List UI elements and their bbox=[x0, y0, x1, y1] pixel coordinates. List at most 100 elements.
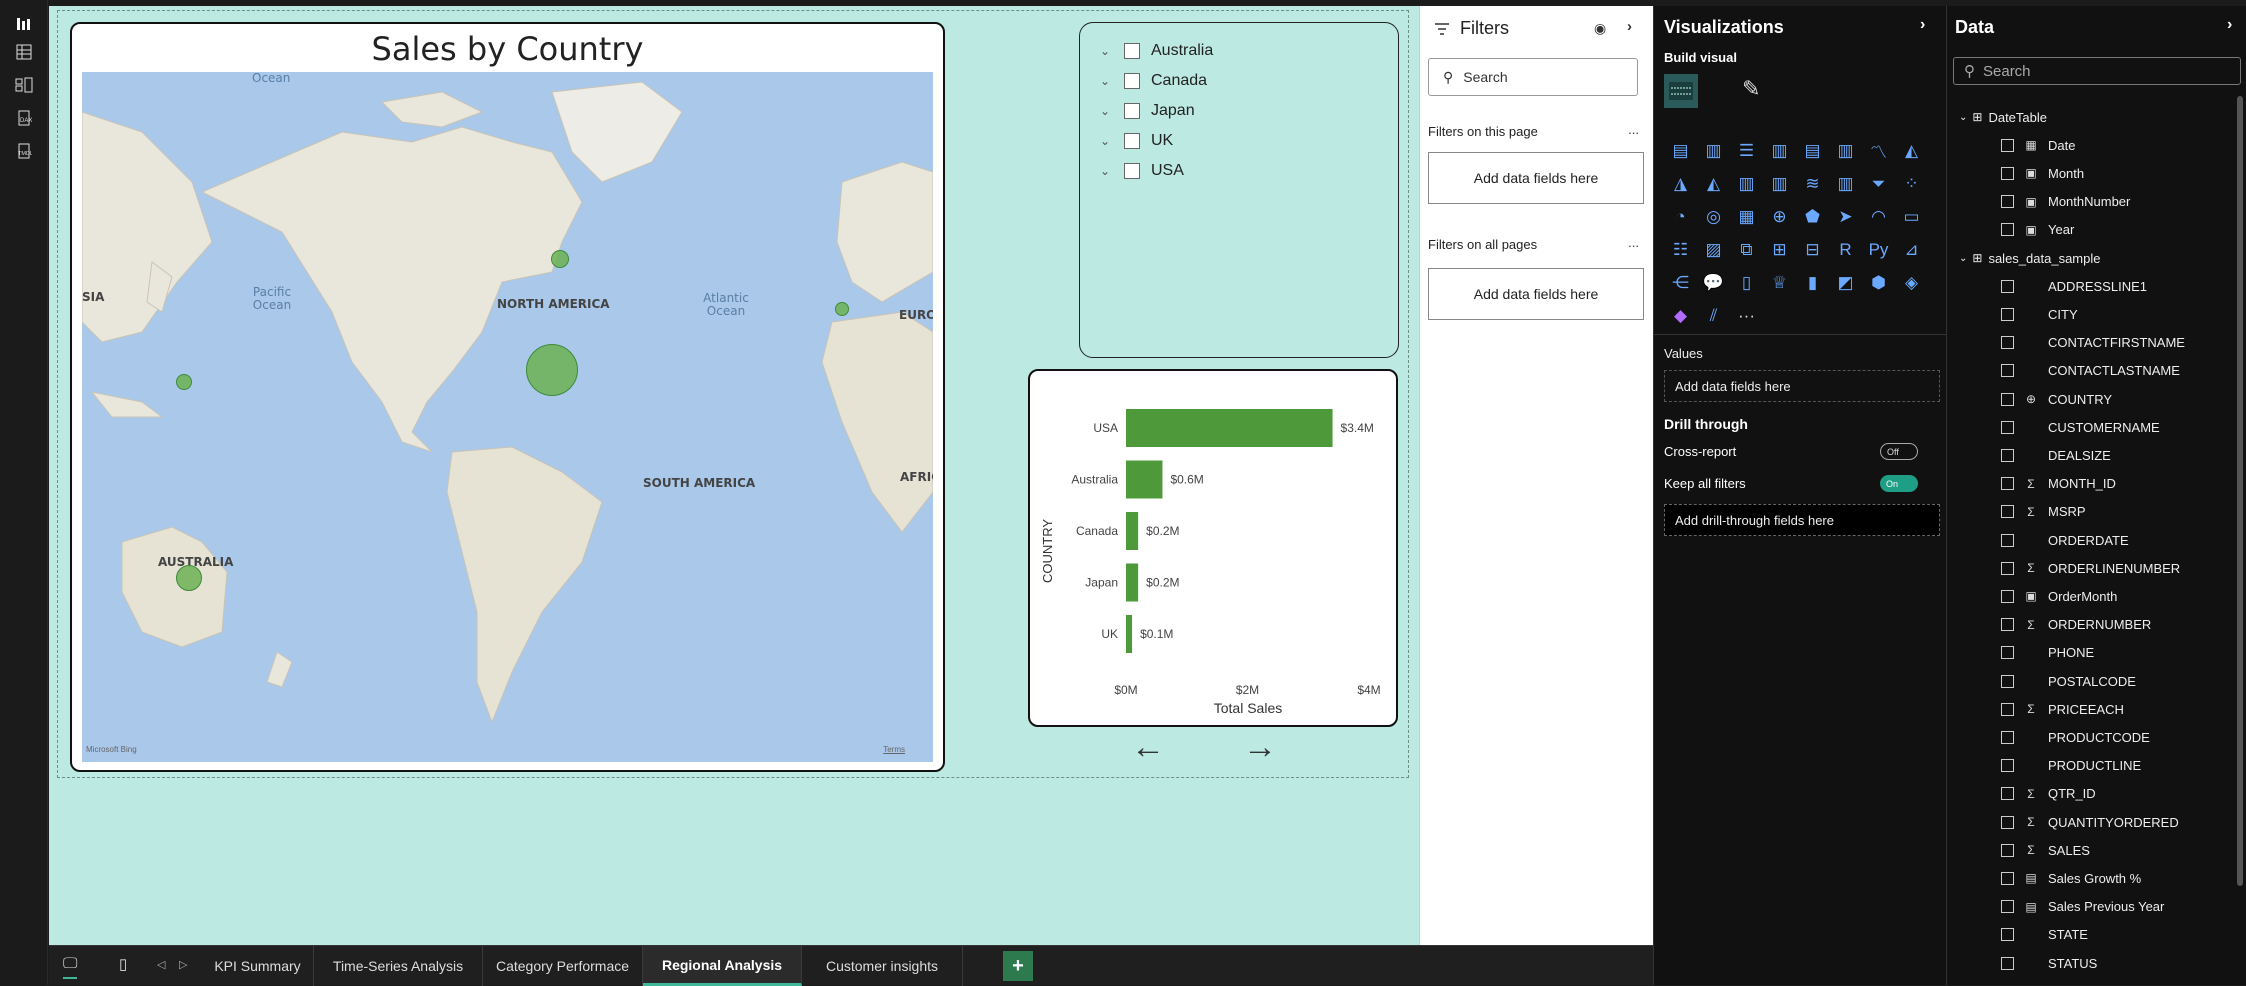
data-search-input[interactable]: ⚲ Search bbox=[1953, 57, 2241, 85]
checkbox[interactable] bbox=[2001, 533, 2014, 547]
field-row[interactable]: ▣ OrderMonth bbox=[2001, 586, 2117, 606]
field-row[interactable]: Σ MSRP bbox=[2001, 502, 2086, 522]
collapse-data-icon[interactable]: › bbox=[2227, 16, 2232, 34]
field-row[interactable]: ORDERDATE bbox=[2001, 530, 2129, 550]
checkbox[interactable] bbox=[2001, 364, 2014, 378]
tab-regional-analysis[interactable]: Regional Analysis bbox=[643, 946, 802, 986]
field-row[interactable]: ▦ Date bbox=[2001, 135, 2075, 155]
checkbox[interactable] bbox=[2001, 815, 2014, 829]
field-row[interactable]: Σ ORDERNUMBER bbox=[2001, 615, 2151, 635]
checkbox[interactable] bbox=[1124, 43, 1140, 59]
area-chart-icon[interactable]: ◭ bbox=[1895, 134, 1928, 167]
slicer-item[interactable]: ⌄ Australia bbox=[1100, 40, 1213, 62]
power-apps-diamond-icon[interactable]: ◆ bbox=[1664, 299, 1697, 332]
decomposition-tree-icon[interactable]: ⋲ bbox=[1664, 266, 1697, 299]
checkbox[interactable] bbox=[2001, 702, 2014, 716]
bar[interactable] bbox=[1126, 563, 1139, 602]
field-row[interactable]: ⊕ COUNTRY bbox=[2001, 389, 2112, 409]
table-view-icon[interactable] bbox=[12, 40, 36, 64]
collapse-filters-icon[interactable]: › bbox=[1627, 18, 1632, 35]
checkbox[interactable] bbox=[1124, 103, 1140, 119]
arrow-right-icon[interactable]: → bbox=[1243, 728, 1277, 767]
field-row[interactable]: Σ PRICEEACH bbox=[2001, 699, 2124, 719]
100pct-area-icon[interactable]: ◭ bbox=[1697, 167, 1730, 200]
tab-prev-icon[interactable]: ◁ bbox=[157, 958, 165, 971]
stacked-column-icon[interactable]: ▥ bbox=[1697, 134, 1730, 167]
checkbox[interactable] bbox=[2001, 336, 2014, 350]
eye-icon[interactable]: ◉ bbox=[1594, 20, 1606, 37]
field-row[interactable]: ▣ MonthNumber bbox=[2001, 192, 2130, 212]
checkbox[interactable] bbox=[2001, 787, 2014, 801]
goals-icon[interactable]: ♕ bbox=[1763, 266, 1796, 299]
model-view-icon[interactable] bbox=[12, 73, 36, 97]
tab-category-performace[interactable]: Category Performace bbox=[483, 946, 643, 986]
dax-query-icon[interactable]: DAX bbox=[12, 106, 36, 130]
stacked-area-icon[interactable]: ◮ bbox=[1664, 167, 1697, 200]
field-row[interactable]: PHONE bbox=[2001, 643, 2094, 663]
checkbox[interactable] bbox=[2001, 420, 2014, 434]
clustered-bar-icon[interactable]: ☰ bbox=[1730, 134, 1763, 167]
qa-icon[interactable]: 💬 bbox=[1697, 266, 1730, 299]
checkbox[interactable] bbox=[2001, 900, 2014, 914]
checkbox[interactable] bbox=[2001, 589, 2014, 603]
checkbox[interactable] bbox=[2001, 730, 2014, 744]
waterfall-icon[interactable]: ▥ bbox=[1829, 167, 1862, 200]
field-row[interactable]: Σ QTR_ID bbox=[2001, 784, 2096, 804]
python-visual-icon[interactable]: Py bbox=[1862, 233, 1895, 266]
checkbox[interactable] bbox=[2001, 561, 2014, 575]
chevron-down-icon[interactable]: ⌄ bbox=[1100, 74, 1114, 88]
table-icon[interactable]: ⊞ bbox=[1763, 233, 1796, 266]
collapse-viz-icon[interactable]: › bbox=[1920, 16, 1925, 34]
tab-kpi-summary[interactable]: KPI Summary bbox=[202, 946, 314, 986]
tab-customer-insights[interactable]: Customer insights bbox=[802, 946, 963, 986]
chevron-down-icon[interactable]: ⌄ bbox=[1100, 44, 1114, 58]
gauge-icon[interactable]: ◠ bbox=[1862, 200, 1895, 233]
ribbon-chart-icon[interactable]: ≋ bbox=[1796, 167, 1829, 200]
map-bubble-usa[interactable] bbox=[526, 344, 578, 396]
field-row[interactable]: PRODUCTCODE bbox=[2001, 727, 2150, 747]
100pct-bar-icon[interactable]: ▤ bbox=[1796, 134, 1829, 167]
map-bubble-canada[interactable] bbox=[551, 250, 569, 268]
line-clustered-column-icon[interactable]: ▥ bbox=[1730, 167, 1763, 200]
checkbox[interactable] bbox=[2001, 307, 2014, 321]
field-row[interactable]: STATUS bbox=[2001, 953, 2097, 973]
more-options-icon[interactable]: ... bbox=[1628, 235, 1639, 250]
paginated-report-icon[interactable]: ▮ bbox=[1796, 266, 1829, 299]
checkbox[interactable] bbox=[1124, 133, 1140, 149]
bar[interactable] bbox=[1126, 512, 1139, 550]
card-icon[interactable]: ▭ bbox=[1895, 200, 1928, 233]
chevron-down-icon[interactable]: ⌄ bbox=[1100, 104, 1114, 118]
field-row[interactable]: ADDRESSLINE1 bbox=[2001, 276, 2147, 296]
arrow-left-icon[interactable]: ← bbox=[1131, 728, 1165, 767]
checkbox[interactable] bbox=[2001, 477, 2014, 491]
drill-through-well[interactable]: Add drill-through fields here bbox=[1664, 504, 1940, 536]
map-icon[interactable]: ⊕ bbox=[1763, 200, 1796, 233]
slicer-item[interactable]: ⌄ UK bbox=[1100, 130, 1173, 152]
100pct-column-icon[interactable]: ▥ bbox=[1829, 134, 1862, 167]
checkbox[interactable] bbox=[2001, 646, 2014, 660]
power-automate-icon[interactable]: ⬢ bbox=[1862, 266, 1895, 299]
report-view-icon[interactable] bbox=[12, 12, 36, 36]
checkbox[interactable] bbox=[2001, 448, 2014, 462]
map-bubble-australia[interactable] bbox=[176, 565, 202, 591]
bar-chart-visual[interactable]: USA $3.4M Australia $0.6M Canada $0.2M Japan $0… bbox=[1028, 369, 1398, 727]
checkbox[interactable] bbox=[2001, 956, 2014, 970]
chevron-down-icon[interactable]: ⌄ bbox=[1959, 112, 1967, 123]
checkbox[interactable] bbox=[2001, 843, 2014, 857]
multi-row-card-icon[interactable]: ☷ bbox=[1664, 233, 1697, 266]
map-terms-link[interactable]: Terms bbox=[883, 745, 905, 754]
field-row[interactable]: CONTACTLASTNAME bbox=[2001, 361, 2180, 381]
add-page-button[interactable]: + bbox=[1003, 951, 1033, 981]
clustered-column-icon[interactable]: ▥ bbox=[1763, 134, 1796, 167]
custom-visual-icon[interactable]: ◈ bbox=[1895, 266, 1928, 299]
power-apps-icon[interactable]: ◩ bbox=[1829, 266, 1862, 299]
bar[interactable] bbox=[1126, 460, 1163, 499]
field-row[interactable]: ▣ Month bbox=[2001, 163, 2084, 183]
r-visual-icon[interactable]: R bbox=[1829, 233, 1862, 266]
funnel-icon[interactable]: ⏷ bbox=[1862, 167, 1895, 200]
keep-filters-toggle[interactable]: On bbox=[1880, 475, 1918, 492]
field-row[interactable]: Σ QUANTITYORDERED bbox=[2001, 812, 2179, 832]
checkbox[interactable] bbox=[1124, 163, 1140, 179]
kpi-icon[interactable]: ▨ bbox=[1697, 233, 1730, 266]
checkbox[interactable] bbox=[2001, 871, 2014, 885]
